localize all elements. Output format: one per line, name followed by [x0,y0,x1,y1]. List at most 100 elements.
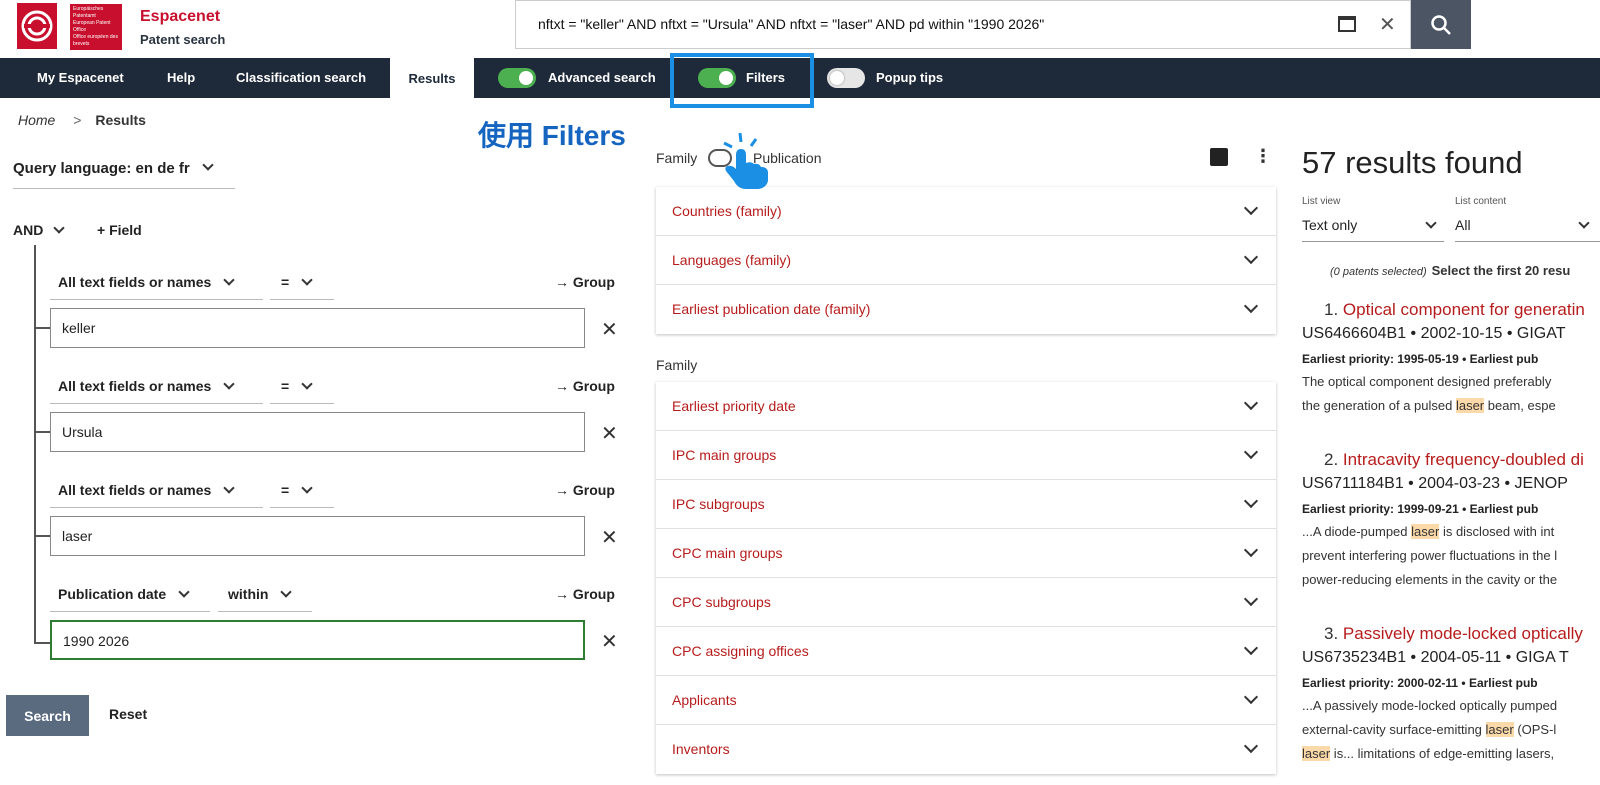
field-select[interactable]: Publication date [58,586,190,602]
operator-field-select[interactable]: within [228,586,292,602]
result-title-link[interactable]: 1. Optical component for generatin [1324,300,1600,320]
group-button[interactable]: → Group [555,482,615,498]
chevron-down-icon [1243,738,1259,754]
filter-row-inventors[interactable]: Inventors [656,725,1276,774]
search-submit-button[interactable]: Search [6,695,89,736]
more-options-icon[interactable]: ⋮ [1254,146,1272,167]
bar-chart-icon[interactable] [1210,148,1228,166]
operator-select[interactable]: AND [13,222,65,238]
filter-label: CPC main groups [672,545,783,561]
divider [13,188,235,189]
query-language-label: Query language: en de fr [13,160,190,177]
filter-label: IPC main groups [672,447,777,463]
operator-field-select[interactable]: = [281,274,313,290]
nav-my-espacenet[interactable]: My Espacenet [37,70,124,85]
list-content-select[interactable]: All [1455,217,1471,233]
highlight-term: laser [1485,722,1514,737]
query-language-select[interactable]: Query language: en de fr [13,159,214,177]
nav-help[interactable]: Help [167,70,195,85]
family-publication-switch[interactable]: Family Publication [656,149,822,167]
highlight-term: laser [1302,746,1331,761]
search-query-text[interactable]: nftxt = "keller" AND nftxt = "Ursula" AN… [538,16,1044,32]
filter-row-cpc-offices[interactable]: CPC assigning offices [656,627,1276,676]
nav-results[interactable]: Results [390,58,474,98]
tree-line [34,327,50,329]
result-title-link[interactable]: 3. Passively mode-locked optically [1324,624,1600,644]
snippet-text: ...A diode-pumped [1302,524,1412,539]
snippet-text: The optical component designed preferabl… [1302,374,1552,389]
brand[interactable]: Espacenet Patent search [140,8,225,47]
list-view-select[interactable]: Text only [1302,217,1357,233]
list-content-label: List content [1455,196,1507,207]
breadcrumb-home[interactable]: Home [18,112,55,128]
result-title: Optical component for generatin [1342,300,1585,319]
filter-row-cpc-main[interactable]: CPC main groups [656,529,1276,578]
advanced-search-toggle[interactable] [498,68,536,88]
selection-bar: (0 patents selected) Select the first 20 … [1330,263,1570,278]
chevron-down-icon[interactable] [1578,217,1590,229]
field-select[interactable]: All text fields or names [58,378,235,394]
search-term-input[interactable]: keller [50,308,585,348]
family-label: Family [656,150,698,166]
filter-row-earliest-priority[interactable]: Earliest priority date [656,382,1276,431]
select-first-20-link[interactable]: Select the first 20 resu [1432,263,1571,278]
remove-field-icon[interactable]: ✕ [601,629,618,654]
chevron-down-icon[interactable] [1425,217,1437,229]
add-field-button[interactable]: + Field [97,222,142,238]
popup-tips-toggle[interactable] [827,68,865,88]
window-icon[interactable] [1338,16,1356,32]
epo-logo[interactable] [17,3,57,49]
filter-group-family: Earliest priority date IPC main groups I… [656,382,1276,774]
search-query-box[interactable]: nftxt = "keller" AND nftxt = "Ursula" AN… [515,0,1411,49]
group-button[interactable]: → Group [555,274,615,290]
filter-row-countries[interactable]: Countries (family) [656,187,1276,236]
filter-row-ipc-main[interactable]: IPC main groups [656,431,1276,480]
filter-row-earliest-publication[interactable]: Earliest publication date (family) [656,285,1276,334]
search-button[interactable] [1411,0,1471,49]
chevron-down-icon [53,222,65,234]
chevron-down-icon [223,378,235,390]
advanced-search-label[interactable]: Advanced search [548,70,656,85]
divider [1455,241,1600,242]
divider [50,299,263,300]
divider [270,299,334,300]
operator-field-select[interactable]: = [281,378,313,394]
group-button[interactable]: → Group [555,586,615,602]
popup-tips-label[interactable]: Popup tips [876,70,943,85]
result-meta: US6735234B1 • 2004-05-11 • GIGA T [1302,649,1569,666]
result-title-link[interactable]: 2. Intracavity frequency-doubled di [1324,450,1600,470]
clear-icon[interactable]: ✕ [1379,12,1396,37]
result-item[interactable]: 2. Intracavity frequency-doubled di US67… [1302,450,1600,592]
chevron-down-icon [301,274,313,286]
remove-field-icon[interactable]: ✕ [601,421,618,446]
group-button[interactable]: → Group [555,378,615,394]
result-item[interactable]: 3. Passively mode-locked optically US673… [1302,624,1600,766]
result-number: 1. [1324,300,1339,319]
field-select[interactable]: All text fields or names [58,482,235,498]
filter-row-languages[interactable]: Languages (family) [656,236,1276,285]
field-select[interactable]: All text fields or names [58,274,235,290]
result-number: 3. [1324,624,1339,643]
date-range-input[interactable]: 1990 2026 [50,620,585,660]
reset-button[interactable]: Reset [109,706,147,722]
divider [218,611,312,612]
result-snippet: ...A passively mode-locked optically pum… [1302,694,1600,766]
operator-field-select[interactable]: = [281,482,313,498]
search-term-input[interactable]: laser [50,516,585,556]
top-bar: Europäisches Patentamt European Patent O… [0,0,1600,58]
filter-label: Inventors [672,741,730,757]
result-snippet: ...A diode-pumped laser is disclosed wit… [1302,520,1600,592]
epo-logo-text: Europäisches Patentamt European Patent O… [70,4,122,50]
remove-field-icon[interactable]: ✕ [601,525,618,550]
result-item[interactable]: 1. Optical component for generatin US646… [1302,300,1600,418]
chevron-down-icon [1243,689,1259,705]
filter-row-ipc-sub[interactable]: IPC subgroups [656,480,1276,529]
search-term-input[interactable]: Ursula [50,412,585,452]
filter-row-applicants[interactable]: Applicants [656,676,1276,725]
chevron-down-icon [1243,591,1259,607]
filter-row-cpc-sub[interactable]: CPC subgroups [656,578,1276,627]
snippet-text: beam, espe [1484,398,1556,413]
nav-classification-search[interactable]: Classification search [236,70,366,85]
remove-field-icon[interactable]: ✕ [601,317,618,342]
result-priority: Earliest priority: 2000-02-11 • Earliest… [1302,676,1538,690]
